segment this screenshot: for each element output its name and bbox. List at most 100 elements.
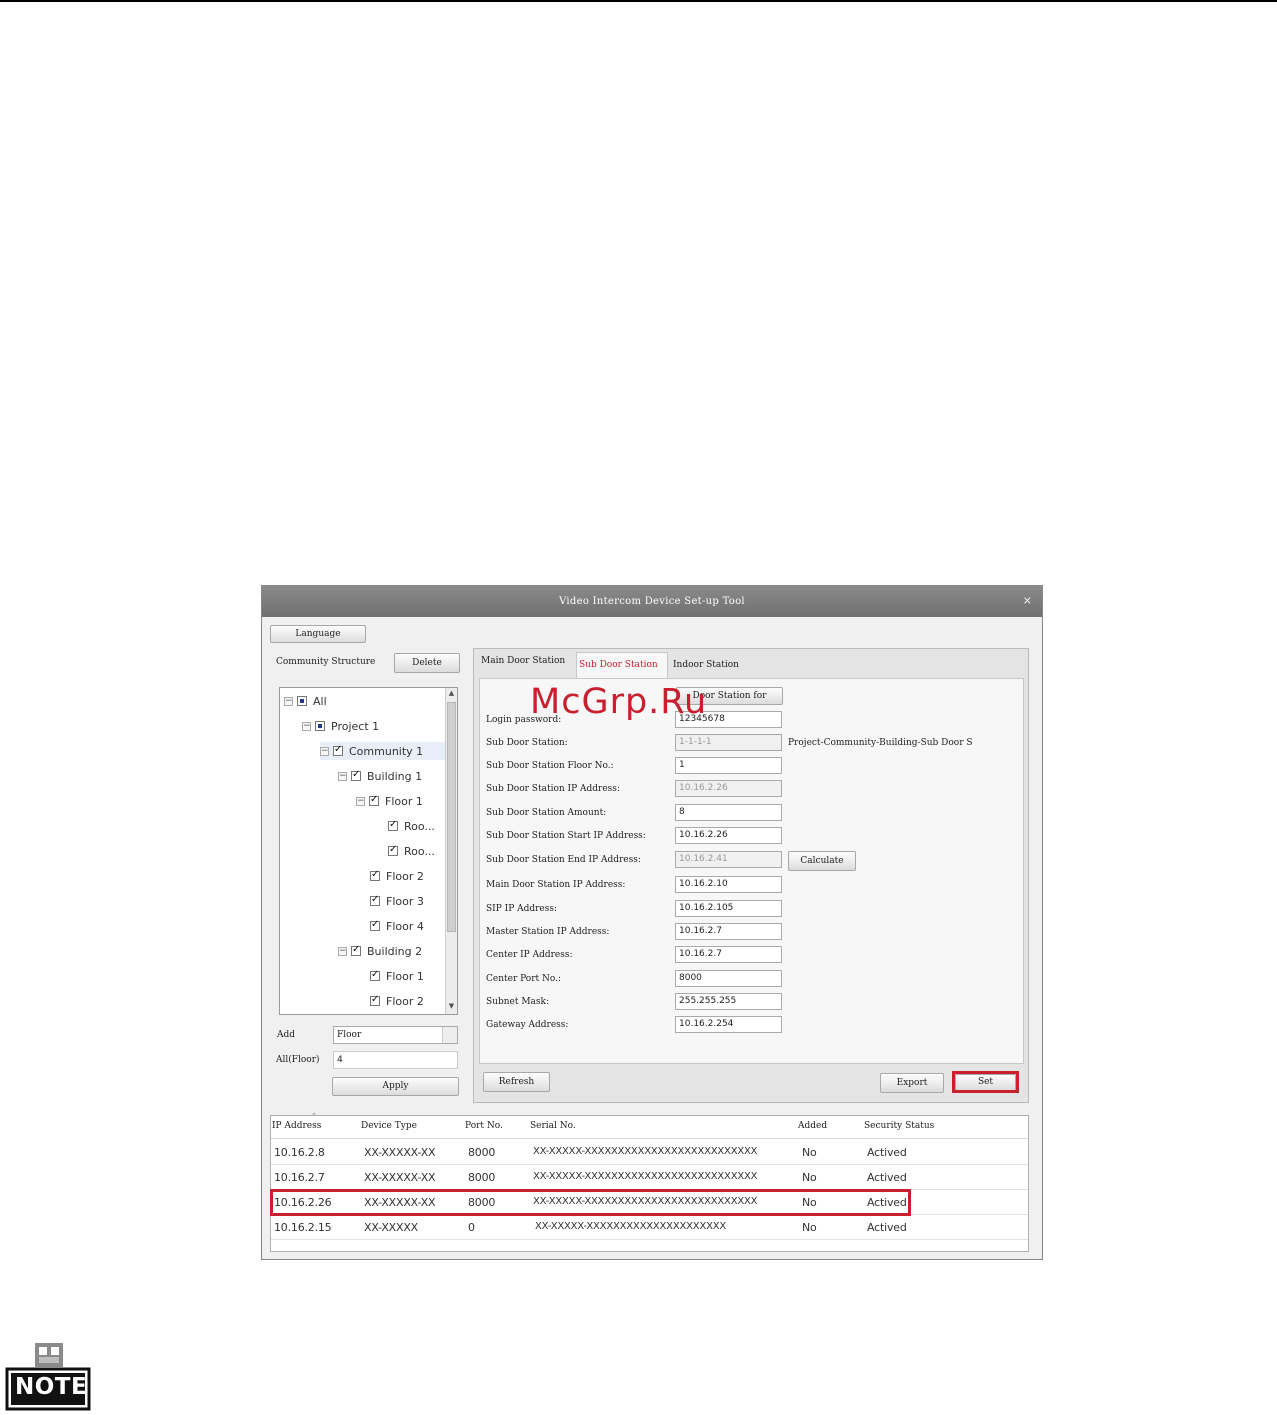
- center-port-input[interactable]: 8000: [675, 970, 782, 987]
- master-station-ip-input[interactable]: 10.16.2.7: [675, 923, 782, 940]
- cell-device-type: XX-XXXXX-XX: [364, 1171, 436, 1184]
- cell-security-status: Actived: [867, 1221, 907, 1234]
- tree-node-label: Floor 3: [386, 894, 424, 908]
- cell-added: No: [802, 1221, 817, 1234]
- cell-serial: XX-XXXXX-XXXXXXXXXXXXXXXXXXXXX: [535, 1221, 727, 1232]
- scroll-down-icon[interactable]: ▼: [447, 1002, 456, 1013]
- collapse-icon[interactable]: −: [302, 721, 311, 731]
- column-header-ip[interactable]: IP Address: [272, 1121, 321, 1131]
- tree-node-building-2[interactable]: − Building 2: [338, 942, 422, 960]
- tree-node-floor-2[interactable]: Floor 2: [370, 992, 424, 1010]
- center-ip-input[interactable]: 10.16.2.7: [675, 946, 782, 963]
- cell-security-status: Actived: [867, 1171, 907, 1184]
- sub-door-station-label: Sub Door Station:: [486, 738, 568, 748]
- cell-device-type: XX-XXXXX: [364, 1221, 419, 1234]
- tree-node-label: Floor 1: [386, 969, 424, 983]
- tree-node-room[interactable]: Roo...: [388, 817, 435, 835]
- collapse-icon[interactable]: −: [284, 696, 293, 706]
- cell-security-status: Actived: [867, 1146, 907, 1159]
- tab-indoor-station[interactable]: Indoor Station: [673, 660, 739, 670]
- tree-node-community[interactable]: − Community 1: [320, 742, 446, 760]
- add-type-select[interactable]: Floor: [333, 1026, 458, 1044]
- all-floor-label: All(Floor): [276, 1055, 320, 1065]
- checkbox-floor-4[interactable]: [370, 919, 380, 931]
- column-header-added[interactable]: Added: [798, 1121, 827, 1131]
- start-ip-input[interactable]: 10.16.2.26: [675, 827, 782, 844]
- checkbox-floor-1[interactable]: [369, 794, 379, 806]
- amount-input[interactable]: 8: [675, 804, 782, 821]
- community-tree[interactable]: − All − Project 1 − Community 1 − Buildi…: [279, 687, 458, 1015]
- checkbox-floor-2[interactable]: [370, 869, 380, 881]
- table-row[interactable]: 10.16.2.7 XX-XXXXX-XX 8000 XX-XXXXX-XXXX…: [271, 1165, 1028, 1190]
- end-ip-label: Sub Door Station End IP Address:: [486, 855, 641, 865]
- tree-node-room[interactable]: Roo...: [388, 842, 435, 860]
- checkbox-project[interactable]: [315, 721, 325, 731]
- column-header-device-type[interactable]: Device Type: [361, 1121, 417, 1131]
- language-button[interactable]: Language: [270, 625, 366, 643]
- tree-node-all[interactable]: − All: [284, 692, 327, 710]
- sip-ip-input[interactable]: 10.16.2.105: [675, 900, 782, 917]
- start-ip-label: Sub Door Station Start IP Address:: [486, 831, 646, 841]
- sub-door-station-input: 1-1-1-1: [675, 734, 782, 751]
- scroll-up-icon[interactable]: ▲: [447, 689, 456, 700]
- cell-port: 8000: [468, 1171, 496, 1184]
- column-header-serial[interactable]: Serial No.: [530, 1121, 576, 1131]
- tree-node-label: Building 2: [367, 944, 423, 958]
- export-button[interactable]: Export: [880, 1073, 944, 1093]
- checkbox-floor-3[interactable]: [370, 894, 380, 906]
- tree-node-floor-3[interactable]: Floor 3: [370, 892, 424, 910]
- subnet-mask-input[interactable]: 255.255.255: [675, 993, 782, 1010]
- checkbox-room[interactable]: [388, 844, 398, 856]
- all-floor-input[interactable]: 4: [333, 1051, 458, 1069]
- table-row[interactable]: 10.16.2.15 XX-XXXXX 0 XX-XXXXX-XXXXXXXXX…: [271, 1215, 1028, 1240]
- tree-node-floor-1[interactable]: − Floor 1: [356, 792, 423, 810]
- gateway-label: Gateway Address:: [486, 1020, 569, 1030]
- title-bar: Video Intercom Device Set-up Tool ×: [262, 586, 1042, 617]
- checkbox-room[interactable]: [388, 819, 398, 831]
- chevron-down-icon[interactable]: [442, 1027, 457, 1043]
- tree-node-floor-4[interactable]: Floor 4: [370, 917, 424, 935]
- select-value: Floor: [337, 1030, 362, 1040]
- community-structure-label: Community Structure: [276, 657, 376, 667]
- checkbox-building-2[interactable]: [351, 944, 361, 956]
- cell-port: 0: [468, 1221, 475, 1234]
- gateway-input[interactable]: 10.16.2.254: [675, 1016, 782, 1033]
- delete-button[interactable]: Delete: [394, 653, 460, 673]
- tree-node-floor-1[interactable]: Floor 1: [370, 967, 424, 985]
- collapse-icon[interactable]: −: [338, 946, 347, 956]
- checkbox-floor-1[interactable]: [370, 969, 380, 981]
- checkbox-building-1[interactable]: [351, 769, 361, 781]
- sort-icon[interactable]: ⌃: [311, 1112, 317, 1120]
- collapse-icon[interactable]: −: [338, 771, 347, 781]
- column-header-security-status[interactable]: Security Status: [864, 1121, 934, 1131]
- close-icon[interactable]: ×: [1023, 594, 1032, 607]
- tree-node-building-1[interactable]: − Building 1: [338, 767, 422, 785]
- center-port-label: Center Port No.:: [486, 974, 562, 984]
- checkbox-floor-2[interactable]: [370, 994, 380, 1006]
- cell-device-type: XX-XXXXX-XX: [364, 1146, 436, 1159]
- tab-sub-door-station[interactable]: Sub Door Station: [579, 660, 658, 670]
- floor-no-input[interactable]: 1: [675, 757, 782, 774]
- tree-node-label: Floor 1: [385, 794, 423, 808]
- tree-scrollbar[interactable]: ▲ ▼: [445, 688, 457, 1014]
- refresh-button[interactable]: Refresh: [483, 1072, 550, 1092]
- set-highlight-box: [952, 1071, 1019, 1093]
- master-station-ip-label: Master Station IP Address:: [486, 927, 610, 937]
- tab-main-door-station[interactable]: Main Door Station: [481, 656, 565, 666]
- calculate-button[interactable]: Calculate: [788, 851, 856, 871]
- main-door-ip-input[interactable]: 10.16.2.10: [675, 876, 782, 893]
- apply-button[interactable]: Apply: [332, 1077, 459, 1096]
- subnet-mask-label: Subnet Mask:: [486, 997, 550, 1007]
- collapse-icon[interactable]: −: [356, 796, 365, 806]
- tree-node-label: Roo...: [404, 844, 435, 858]
- tree-node-floor-2[interactable]: Floor 2: [370, 867, 424, 885]
- sub-door-ip-input: 10.16.2.26: [675, 780, 782, 797]
- table-row[interactable]: 10.16.2.8 XX-XXXXX-XX 8000 XX-XXXXX-XXXX…: [271, 1140, 1028, 1165]
- checkbox-community[interactable]: [333, 744, 343, 756]
- scrollbar-thumb[interactable]: [447, 702, 456, 932]
- checkbox-all[interactable]: [297, 696, 307, 706]
- column-header-port[interactable]: Port No.: [465, 1121, 503, 1131]
- collapse-icon[interactable]: −: [320, 746, 329, 756]
- tree-node-project[interactable]: − Project 1: [302, 717, 379, 735]
- add-label: Add: [277, 1030, 296, 1040]
